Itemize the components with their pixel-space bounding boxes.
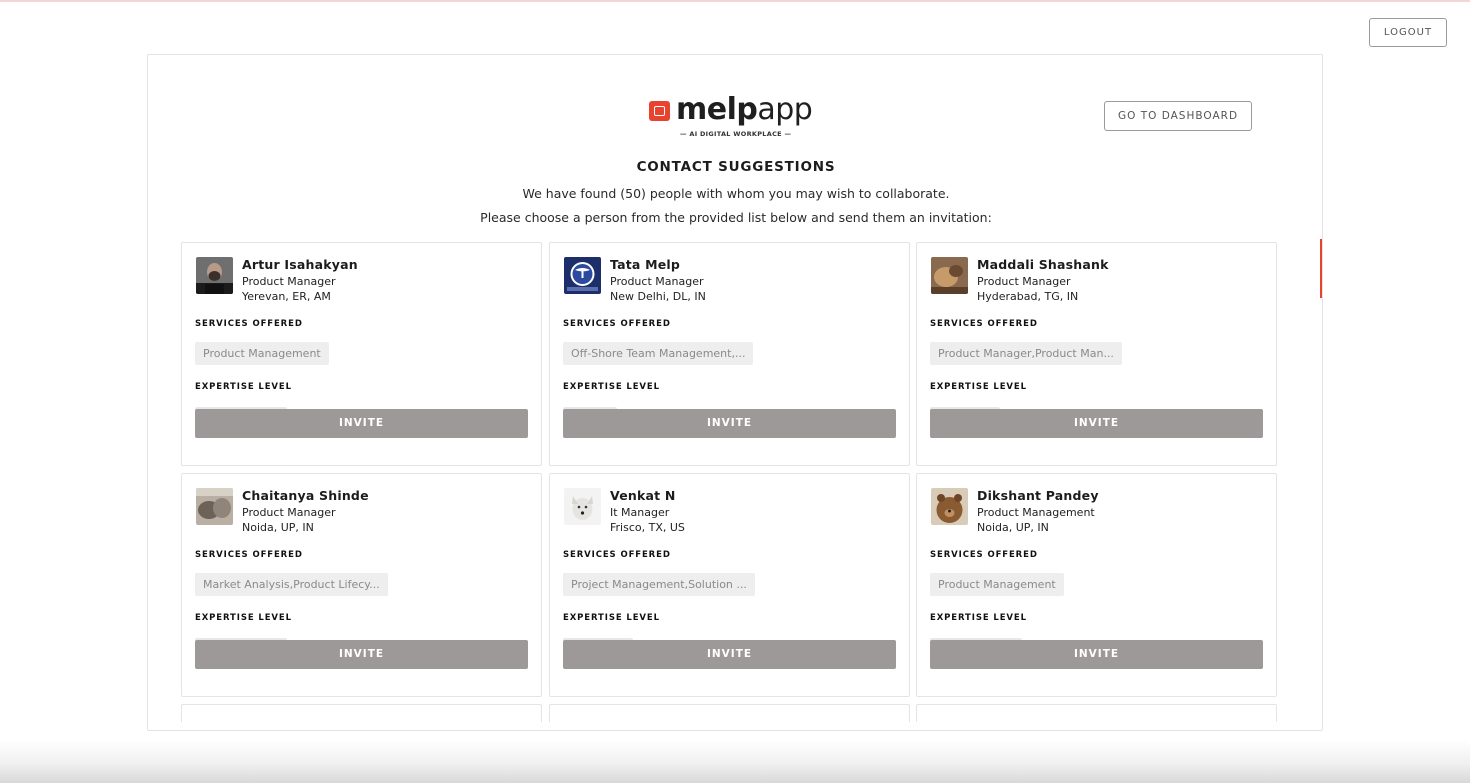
melpapp-logo: melpapp — AI DIGITAL WORKPLACE —: [648, 93, 813, 141]
person-name: Maddali Shashank: [977, 257, 1109, 272]
scrollbar-thumb[interactable]: [1320, 239, 1322, 298]
person-name: Venkat N: [610, 488, 676, 503]
go-to-dashboard-button[interactable]: GO TO DASHBOARD: [1104, 101, 1252, 131]
invite-button[interactable]: INVITE: [195, 409, 528, 438]
service-chip: Product Management: [195, 342, 329, 365]
expertise-level-label: EXPERTISE LEVEL: [195, 382, 292, 392]
person-card-partial: [916, 704, 1277, 722]
person-location: Hyderabad, TG, IN: [977, 290, 1079, 303]
services-offered-label: SERVICES OFFERED: [930, 319, 1038, 329]
person-location: Frisco, TX, US: [610, 521, 685, 534]
person-role: Product Manager: [242, 275, 336, 288]
instruction-text: Please choose a person from the provided…: [480, 210, 992, 225]
person-location: Yerevan, ER, AM: [242, 290, 331, 303]
services-offered-label: SERVICES OFFERED: [563, 319, 671, 329]
invite-button[interactable]: INVITE: [930, 409, 1263, 438]
top-border: [0, 0, 1470, 2]
melp-logo-icon: [649, 101, 670, 121]
animal-photo-icon: [196, 488, 233, 525]
expertise-level-label: EXPERTISE LEVEL: [563, 382, 660, 392]
expertise-level-label: EXPERTISE LEVEL: [930, 613, 1027, 623]
logo-word-light: app: [757, 92, 813, 127]
person-name: Chaitanya Shinde: [242, 488, 369, 503]
service-chip: Product Manager,Product Man...: [930, 342, 1122, 365]
person-photo-icon: [196, 257, 233, 294]
services-offered-label: SERVICES OFFERED: [195, 319, 303, 329]
person-name: Dikshant Pandey: [977, 488, 1099, 503]
animal-photo-icon: [931, 257, 968, 294]
person-card-partial: [181, 704, 542, 722]
services-offered-label: SERVICES OFFERED: [930, 550, 1038, 560]
person-location: New Delhi, DL, IN: [610, 290, 706, 303]
logo-word-bold: melp: [676, 92, 758, 127]
invite-button[interactable]: INVITE: [563, 640, 896, 669]
invite-button[interactable]: INVITE: [195, 640, 528, 669]
bear-photo-icon: [931, 488, 968, 525]
logout-button[interactable]: LOGOUT: [1369, 18, 1447, 47]
invite-button[interactable]: INVITE: [563, 409, 896, 438]
service-chip: Off-Shore Team Management,...: [563, 342, 754, 365]
person-role: Product Management: [977, 506, 1095, 519]
service-chip: Product Management: [930, 573, 1064, 596]
person-card: Dikshant Pandey Product Management Noida…: [916, 473, 1277, 697]
person-card: Maddali Shashank Product Manager Hyderab…: [916, 242, 1277, 466]
page-title: CONTACT SUGGESTIONS: [636, 159, 836, 175]
wolf-photo-icon: [564, 488, 601, 525]
person-name: Artur Isahakyan: [242, 257, 358, 272]
invite-button[interactable]: INVITE: [930, 640, 1263, 669]
services-offered-label: SERVICES OFFERED: [563, 550, 671, 560]
person-card: Tata Melp Product Manager New Delhi, DL,…: [549, 242, 910, 466]
person-location: Noida, UP, IN: [242, 521, 314, 534]
suggestions-grid: Artur Isahakyan Product Manager Yerevan,…: [181, 242, 1277, 722]
tata-logo-icon: [564, 257, 601, 294]
person-card-partial: [549, 704, 910, 722]
person-role: Product Manager: [977, 275, 1071, 288]
expertise-level-label: EXPERTISE LEVEL: [930, 382, 1027, 392]
person-location: Noida, UP, IN: [977, 521, 1049, 534]
person-card: Chaitanya Shinde Product Manager Noida, …: [181, 473, 542, 697]
person-name: Tata Melp: [610, 257, 681, 272]
logo-tagline: — AI DIGITAL WORKPLACE —: [680, 130, 792, 138]
person-card: Artur Isahakyan Product Manager Yerevan,…: [181, 242, 542, 466]
found-count-text: We have found (50) people with whom you …: [522, 186, 950, 201]
expertise-level-label: EXPERTISE LEVEL: [563, 613, 660, 623]
person-role: Product Manager: [610, 275, 704, 288]
expertise-level-label: EXPERTISE LEVEL: [195, 613, 292, 623]
window-bottom-shadow: [0, 740, 1470, 783]
logo-wordmark: melpapp: [676, 92, 813, 127]
service-chip: Project Management,Solution ...: [563, 573, 755, 596]
person-role: It Manager: [610, 506, 670, 519]
person-role: Product Manager: [242, 506, 336, 519]
services-offered-label: SERVICES OFFERED: [195, 550, 303, 560]
contact-suggestions-panel: melpapp — AI DIGITAL WORKPLACE — GO TO D…: [147, 54, 1323, 731]
service-chip: Market Analysis,Product Lifecy...: [195, 573, 388, 596]
person-card: Venkat N It Manager Frisco, TX, US SERVI…: [549, 473, 910, 697]
